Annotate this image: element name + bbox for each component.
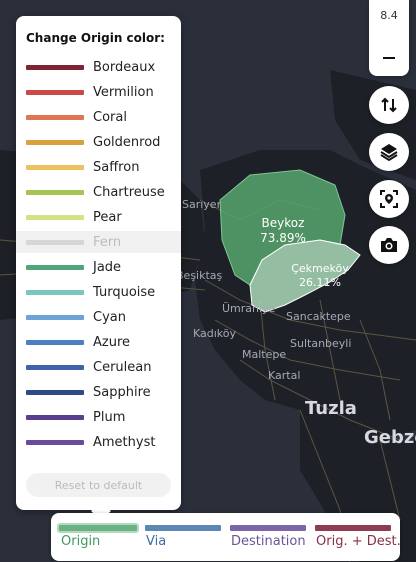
color-option-turquoise[interactable]: Turquoise — [16, 281, 181, 303]
legend-swatch — [145, 525, 221, 531]
zoom-level: 8.4 — [380, 9, 398, 22]
color-swatch — [26, 264, 84, 270]
color-option-fern: Fern — [16, 231, 181, 253]
color-swatch — [26, 164, 84, 170]
place-label: Beşiktaş — [176, 269, 223, 282]
color-swatch — [26, 364, 84, 370]
legend-swatch — [315, 525, 391, 531]
color-option-label: Turquoise — [93, 284, 156, 300]
place-label: Maltepe — [242, 348, 287, 361]
color-option-bordeaux[interactable]: Bordeaux — [16, 56, 181, 78]
color-option-label: Cyan — [93, 309, 126, 325]
color-option-saffron[interactable]: Saffron — [16, 156, 181, 178]
color-picker-panel: Change Origin color: Bordeaux Vermilion Co… — [16, 16, 181, 521]
color-option-amethyst[interactable]: Amethyst — [16, 431, 181, 453]
color-option-label: Cerulean — [93, 359, 152, 375]
color-option-label: Jade — [93, 259, 122, 275]
place-label: Ümraniye — [222, 302, 276, 315]
legend-swatch — [230, 525, 306, 531]
color-swatch — [26, 339, 84, 345]
color-option-label: Vermilion — [93, 84, 154, 100]
legend-swatch — [57, 523, 139, 533]
region-name: Çekmeköy — [291, 262, 349, 275]
place-label: Gebze — [364, 427, 416, 448]
color-option-plum[interactable]: Plum — [16, 406, 181, 428]
region-label-cekmekoy: Çekmeköy 26.11% — [290, 262, 350, 290]
layers-button[interactable] — [369, 133, 409, 171]
camera-button[interactable] — [369, 226, 409, 264]
color-option-chartreuse[interactable]: Chartreuse — [16, 181, 181, 203]
color-option-sapphire[interactable]: Sapphire — [16, 381, 181, 403]
region-percent: 26.11% — [299, 276, 341, 289]
legend-item-origin[interactable]: Origin — [57, 513, 139, 561]
legend-label: Origin — [61, 534, 101, 549]
color-option-label: Coral — [93, 109, 127, 125]
swap-direction-button[interactable] — [369, 86, 409, 124]
place-label: Kadıköy — [193, 327, 237, 340]
place-label: Sultanbeyli — [290, 337, 352, 350]
reset-to-default-button[interactable]: Reset to default — [26, 473, 171, 497]
color-swatch — [26, 389, 84, 395]
place-label: Tuzla — [305, 398, 357, 419]
color-option-coral[interactable]: Coral — [16, 106, 181, 128]
color-option-label: Bordeaux — [93, 59, 156, 75]
place-label: Sancaktepe — [286, 310, 351, 323]
region-label-beykoz: Beykoz 73.89% — [258, 216, 308, 246]
color-option-label: Fern — [93, 234, 122, 250]
swap-icon — [381, 97, 397, 113]
color-swatch — [26, 214, 84, 220]
color-option-label: Amethyst — [93, 434, 156, 450]
color-option-azure[interactable]: Azure — [16, 331, 181, 353]
color-option-cyan[interactable]: Cyan — [16, 306, 181, 328]
region-name: Beykoz — [261, 216, 305, 230]
color-swatch — [26, 114, 84, 120]
panel-title: Change Origin color: — [26, 31, 165, 45]
legend-label: Destination — [231, 534, 306, 549]
color-swatch — [26, 239, 84, 245]
region-percent: 73.89% — [260, 231, 306, 245]
color-option-label: Chartreuse — [93, 184, 165, 200]
color-option-jade[interactable]: Jade — [16, 256, 181, 278]
color-option-goldenrod[interactable]: Goldenrod — [16, 131, 181, 153]
color-swatch — [26, 89, 84, 95]
color-option-label: Plum — [93, 409, 126, 425]
legend-item-orig-dest[interactable]: Orig. + Dest. — [315, 513, 401, 561]
color-swatch — [26, 139, 84, 145]
legend-label: Orig. + Dest. — [316, 534, 401, 549]
legend-item-via[interactable]: Via — [145, 513, 221, 561]
legend-item-destination[interactable]: Destination — [230, 513, 306, 561]
color-option-label: Saffron — [93, 159, 140, 175]
color-option-label: Pear — [93, 209, 122, 225]
zoom-out-button[interactable] — [373, 44, 405, 72]
color-swatch — [26, 64, 84, 70]
layers-icon — [380, 144, 398, 162]
color-swatch — [26, 289, 84, 295]
color-swatch — [26, 439, 84, 445]
color-swatch — [26, 189, 84, 195]
color-option-label: Azure — [93, 334, 131, 350]
color-option-vermilion[interactable]: Vermilion — [16, 81, 181, 103]
color-option-label: Sapphire — [93, 384, 151, 400]
place-label: Sarıyer — [182, 198, 222, 211]
color-option-pear[interactable]: Pear — [16, 206, 181, 228]
color-swatch — [26, 414, 84, 420]
locate-button[interactable] — [369, 180, 409, 218]
place-label: Kartal — [268, 369, 301, 382]
camera-icon — [381, 238, 397, 252]
color-option-cerulean[interactable]: Cerulean — [16, 356, 181, 378]
route-legend: Origin Via Destination Orig. + Dest. — [51, 513, 401, 561]
color-option-label: Goldenrod — [93, 134, 161, 150]
locate-icon — [380, 190, 398, 208]
minus-icon — [383, 57, 395, 59]
zoom-control: 8.4 — [369, 0, 409, 76]
color-swatch — [26, 314, 84, 320]
legend-label: Via — [146, 534, 167, 549]
